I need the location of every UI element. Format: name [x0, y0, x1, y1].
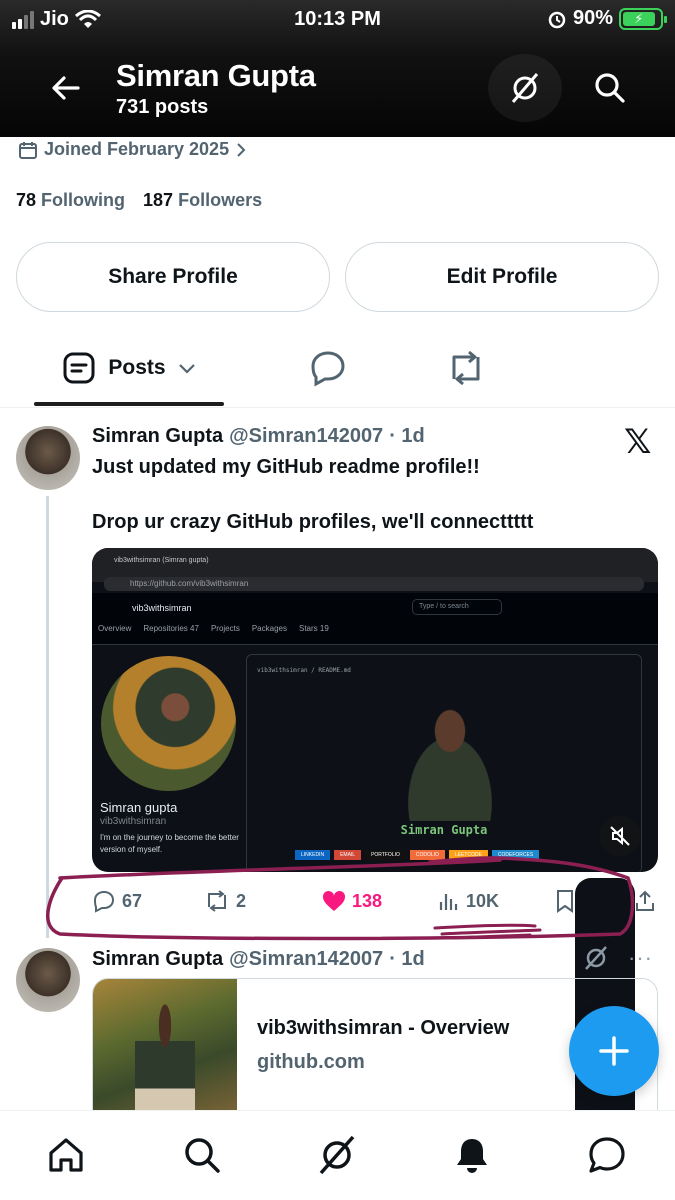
- like-button[interactable]: 138: [322, 884, 382, 918]
- post-header: Simran Gupta @Simran142007 · 1d: [92, 425, 425, 448]
- reply-icon: [311, 351, 345, 387]
- analytics-icon: [439, 894, 458, 910]
- followers-link[interactable]: 187 Followers: [143, 190, 262, 211]
- reply-icon: [93, 890, 115, 913]
- grok-button[interactable]: [582, 944, 610, 977]
- bell-icon: [457, 1139, 487, 1173]
- github-avatar: [101, 656, 236, 791]
- views-button[interactable]: 10K: [438, 884, 499, 918]
- search-button[interactable]: [573, 54, 647, 122]
- avatar[interactable]: [16, 948, 80, 1012]
- back-button[interactable]: [46, 68, 86, 108]
- post-text: Just updated my GitHub readme profile!! …: [92, 456, 534, 533]
- nav-grok[interactable]: [315, 1133, 359, 1177]
- chevron-right-icon: [237, 142, 246, 157]
- repost-button[interactable]: 2: [204, 884, 246, 918]
- browser-url-bar: https://github.com/vib3withsimran: [104, 577, 644, 591]
- repost-icon: [452, 350, 480, 386]
- search-icon: [185, 1138, 220, 1173]
- edit-profile-button[interactable]: Edit Profile: [345, 242, 659, 312]
- link-card-domain: github.com: [257, 1051, 365, 1073]
- readme-badges: LINKEDIN EMAIL PORTFOLIO CODOLIO LEETCOD…: [295, 850, 540, 860]
- tab-replies[interactable]: [298, 330, 358, 406]
- nav-home[interactable]: [44, 1133, 88, 1177]
- heart-icon: [322, 890, 346, 911]
- link-card-thumbnail: [93, 979, 237, 1127]
- joined-date[interactable]: Joined February 2025: [18, 139, 247, 160]
- tab-reposts[interactable]: [436, 330, 496, 406]
- status-bar: Jio 10:13 PM 90% ⚡: [0, 0, 675, 38]
- post-header: Simran Gupta @Simran142007 · 1d: [92, 948, 425, 971]
- nav-messages[interactable]: [585, 1133, 629, 1177]
- mute-button[interactable]: [600, 816, 640, 856]
- post-author-name[interactable]: Simran Gupta: [92, 948, 223, 971]
- chat-icon: [589, 1137, 625, 1173]
- alarm-icon: [548, 11, 566, 28]
- post-actions: 67 2 138 10K: [92, 884, 667, 918]
- post-author-name[interactable]: Simran Gupta: [92, 425, 223, 448]
- posts-icon: [63, 352, 95, 384]
- bookmark-button[interactable]: [554, 884, 576, 918]
- profile-name: Simran Gupta: [116, 58, 316, 93]
- post-media[interactable]: vib3withsimran (Simran gupta) https://gi…: [92, 548, 658, 872]
- post-time: · 1d: [389, 425, 425, 447]
- post-author-handle[interactable]: @Simran142007: [229, 948, 383, 971]
- post-time: · 1d: [389, 948, 425, 970]
- profile-header: Jio 10:13 PM 90% ⚡ Simran Gupta 731 post…: [0, 0, 675, 137]
- bookmark-icon: [557, 890, 573, 913]
- home-icon: [49, 1138, 83, 1172]
- profile-tabs: Posts: [0, 330, 675, 1200]
- reply-button[interactable]: 67: [92, 884, 142, 918]
- github-readme: vib3withsimran / README.md Simran Gupta …: [246, 654, 642, 872]
- grok-icon: [511, 73, 539, 103]
- grok-icon: [319, 1135, 355, 1175]
- active-tab-indicator: [34, 402, 224, 406]
- readme-photo: [385, 701, 515, 821]
- bottom-nav: [0, 1110, 675, 1200]
- calendar-icon: [19, 141, 37, 159]
- chevron-down-icon: [178, 364, 195, 374]
- share-profile-button[interactable]: Share Profile: [16, 242, 330, 312]
- tab-posts[interactable]: Posts: [34, 330, 224, 406]
- plus-icon: [599, 1036, 629, 1066]
- tab-posts-label: Posts: [108, 356, 166, 379]
- compose-button[interactable]: [569, 1006, 659, 1096]
- share-button[interactable]: [634, 884, 656, 918]
- search-icon: [595, 73, 625, 103]
- post-count: 731 posts: [116, 96, 209, 118]
- nav-search[interactable]: [180, 1133, 224, 1177]
- grok-button[interactable]: [488, 54, 562, 122]
- battery-percent: 90%: [572, 7, 613, 29]
- avatar[interactable]: [16, 426, 80, 490]
- repost-icon: [208, 890, 226, 912]
- more-options-icon[interactable]: ···: [628, 945, 653, 971]
- grok-icon: [585, 946, 607, 970]
- battery-icon: ⚡: [619, 7, 667, 30]
- post-author-handle[interactable]: @Simran142007: [229, 425, 383, 448]
- arrow-left-icon: [52, 76, 80, 100]
- github-header: vib3withsimran Type / to search Overview…: [92, 593, 658, 645]
- nav-notifications[interactable]: [450, 1133, 494, 1177]
- speaker-muted-icon: [610, 826, 630, 846]
- share-icon: [636, 890, 654, 911]
- link-card-title: vib3withsimran - Overview: [257, 1017, 510, 1039]
- follow-stats: 78 Following 187 Followers: [16, 190, 262, 211]
- following-link[interactable]: 78 Following: [16, 190, 125, 211]
- thread-line: [46, 496, 49, 938]
